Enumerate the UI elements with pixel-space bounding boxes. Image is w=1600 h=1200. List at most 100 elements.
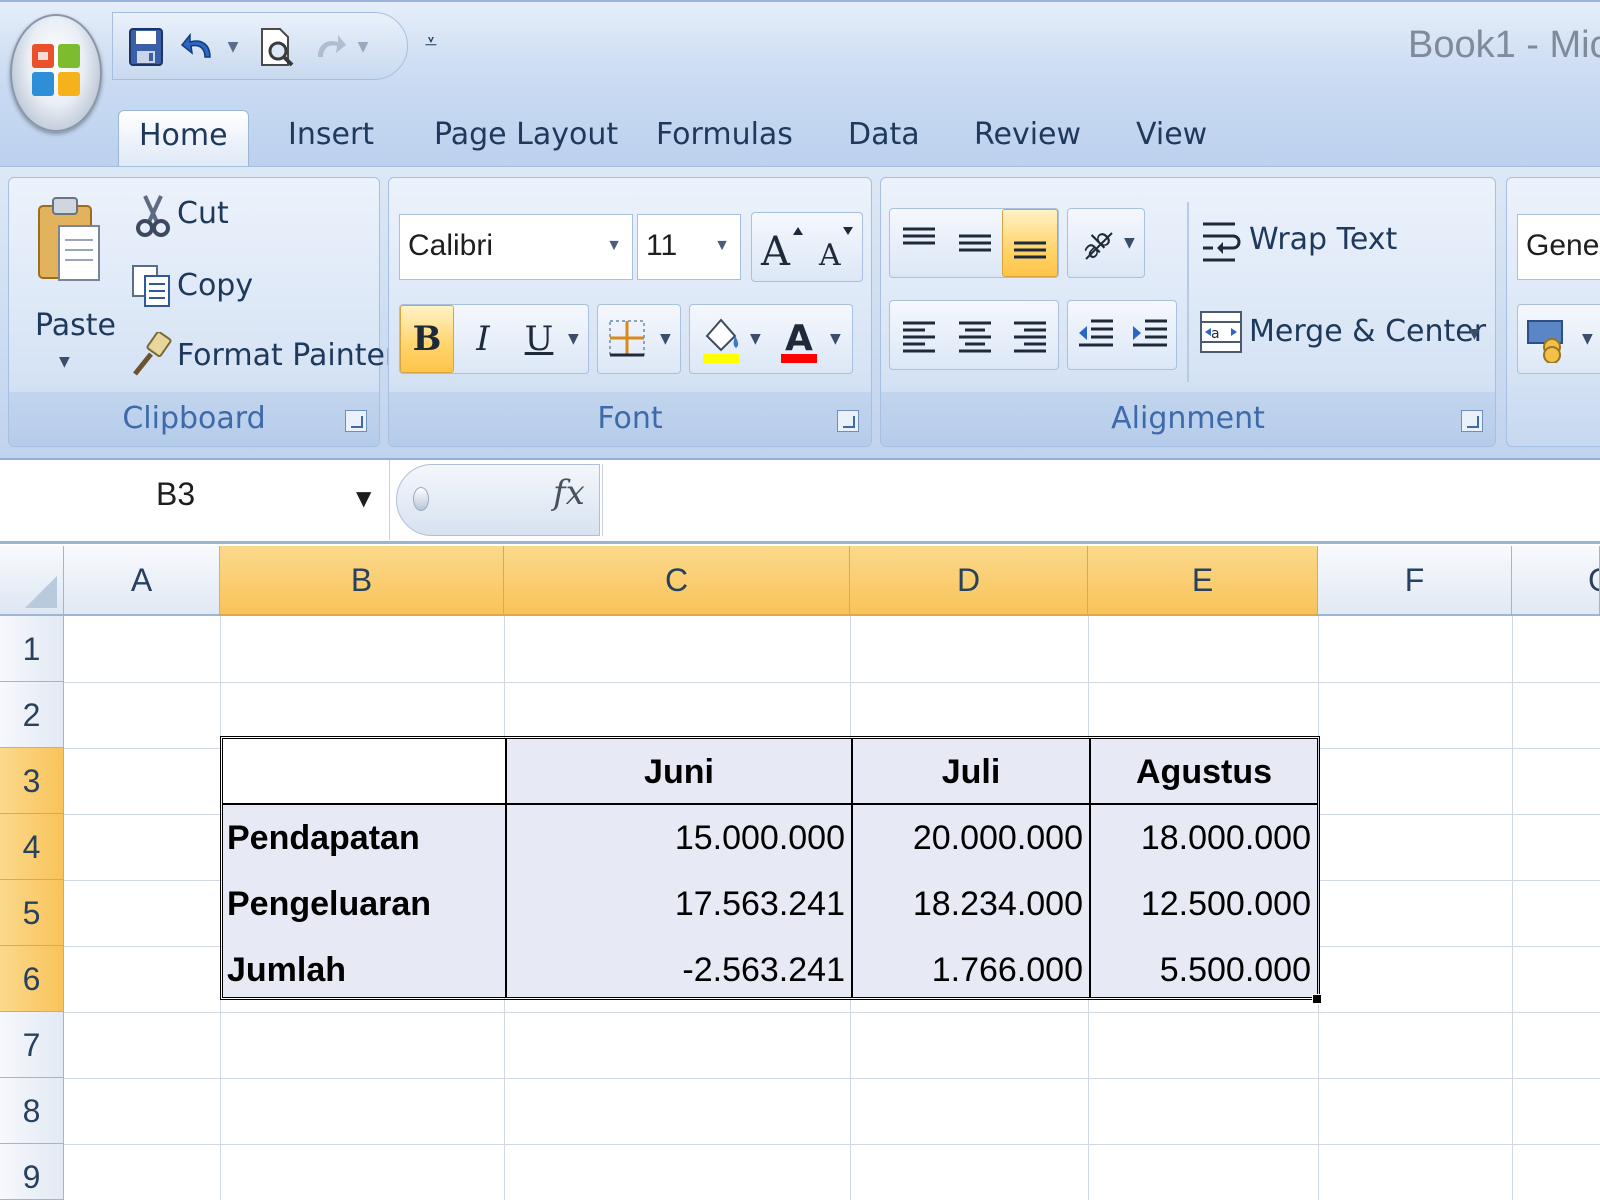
tab-view[interactable]: View bbox=[1116, 110, 1227, 166]
formula-bar-resize-handle[interactable] bbox=[413, 487, 429, 511]
table-cell[interactable]: 18.234.000 bbox=[853, 871, 1089, 937]
tab-page-layout[interactable]: Page Layout bbox=[414, 110, 638, 166]
worksheet-grid[interactable]: A B C D E F G 1 2 3 4 5 6 7 8 9 Juni Jul… bbox=[0, 546, 1600, 1200]
redo-button[interactable] bbox=[309, 23, 351, 71]
alignment-dialog-launcher-icon[interactable] bbox=[1461, 410, 1483, 432]
increase-indent-button[interactable] bbox=[1124, 301, 1176, 369]
formula-input[interactable] bbox=[602, 464, 1600, 536]
table-header-juni[interactable]: Juni bbox=[507, 739, 851, 805]
table-header-agustus[interactable]: Agustus bbox=[1091, 739, 1317, 805]
number-format-combo[interactable]: Gener bbox=[1517, 214, 1600, 280]
merge-center-button[interactable]: a Merge & Center ▼ bbox=[1199, 304, 1489, 364]
font-color-dropdown-icon[interactable]: ▼ bbox=[830, 331, 841, 347]
font-size-combo[interactable]: 11 ▼ bbox=[637, 214, 741, 280]
font-color-button[interactable]: A bbox=[772, 305, 826, 373]
copy-button[interactable]: Copy bbox=[127, 260, 377, 316]
table-cell[interactable]: 20.000.000 bbox=[853, 805, 1089, 871]
insert-function-icon[interactable]: fx bbox=[553, 473, 585, 513]
undo-button[interactable] bbox=[177, 23, 219, 71]
orientation-dropdown-icon[interactable]: ▼ bbox=[1124, 235, 1135, 251]
clipboard-dialog-launcher-icon[interactable] bbox=[345, 410, 367, 432]
table-cell[interactable]: 1.766.000 bbox=[853, 937, 1089, 997]
accounting-dropdown-icon[interactable]: ▼ bbox=[1582, 331, 1593, 347]
tab-home[interactable]: Home bbox=[118, 110, 249, 166]
office-button[interactable] bbox=[10, 14, 102, 132]
tab-review[interactable]: Review bbox=[954, 110, 1101, 166]
fill-color-dropdown-icon[interactable]: ▼ bbox=[750, 331, 761, 347]
table-row-label[interactable]: Pendapatan bbox=[223, 805, 505, 871]
table-cell[interactable]: 15.000.000 bbox=[507, 805, 851, 871]
font-name-dropdown-icon[interactable]: ▼ bbox=[606, 215, 622, 277]
select-all-button[interactable] bbox=[0, 546, 64, 616]
column-header-f[interactable]: F bbox=[1318, 546, 1512, 616]
table-header-juli[interactable]: Juli bbox=[853, 739, 1089, 805]
row-header-7[interactable]: 7 bbox=[0, 1012, 64, 1078]
table-cell[interactable]: 18.000.000 bbox=[1091, 805, 1317, 871]
borders-dropdown-icon[interactable]: ▼ bbox=[660, 331, 671, 347]
row-header-9[interactable]: 9 bbox=[0, 1144, 64, 1200]
table-cell[interactable]: 5.500.000 bbox=[1091, 937, 1317, 997]
cut-button[interactable]: Cut bbox=[127, 188, 377, 244]
wrap-text-button[interactable]: Wrap Text bbox=[1199, 212, 1489, 272]
row-header-5[interactable]: 5 bbox=[0, 880, 64, 946]
fill-handle[interactable] bbox=[1312, 994, 1322, 1004]
bottom-align-button[interactable] bbox=[1002, 209, 1058, 277]
shrink-font-button[interactable]: A bbox=[808, 213, 862, 281]
align-center-button[interactable] bbox=[948, 301, 1002, 369]
grow-font-button[interactable]: A bbox=[754, 213, 808, 281]
row-header-6[interactable]: 6 bbox=[0, 946, 64, 1012]
column-header-a[interactable]: A bbox=[64, 546, 220, 616]
underline-button[interactable]: U bbox=[512, 305, 566, 373]
column-header-e[interactable]: E bbox=[1088, 546, 1318, 616]
accounting-format-button[interactable]: ▼ bbox=[1517, 304, 1600, 374]
middle-align-button[interactable] bbox=[948, 209, 1002, 277]
merge-center-dropdown-icon[interactable]: ▼ bbox=[1469, 326, 1480, 342]
paste-button[interactable]: Paste ▼ bbox=[29, 192, 116, 382]
tab-data[interactable]: Data bbox=[828, 110, 940, 166]
name-box-dropdown-icon[interactable]: ▼ bbox=[356, 486, 371, 510]
clipboard-group: Paste ▼ Cut Copy Format Painter Clipboar… bbox=[8, 177, 397, 447]
font-dialog-launcher-icon[interactable] bbox=[837, 410, 859, 432]
save-button[interactable] bbox=[123, 23, 169, 71]
align-left-button[interactable] bbox=[892, 301, 946, 369]
table-row-label[interactable]: Pengeluaran bbox=[223, 871, 505, 937]
format-painter-button[interactable]: Format Painter bbox=[127, 330, 397, 386]
scissors-icon bbox=[136, 195, 170, 237]
fill-color-icon bbox=[703, 318, 739, 363]
table-cell[interactable]: 12.500.000 bbox=[1091, 871, 1317, 937]
row-header-3[interactable]: 3 bbox=[0, 748, 64, 814]
borders-button[interactable]: ▼ bbox=[597, 304, 681, 374]
column-header-g[interactable]: G bbox=[1512, 546, 1600, 616]
copy-icon bbox=[132, 265, 170, 307]
italic-button[interactable]: I bbox=[456, 305, 510, 373]
name-box[interactable]: B3 ▼ bbox=[0, 460, 390, 540]
underline-dropdown-icon[interactable]: ▼ bbox=[568, 331, 579, 347]
customize-qat-icon[interactable]: ⩡ bbox=[418, 26, 444, 60]
column-header-b[interactable]: B bbox=[220, 546, 504, 616]
table-cell[interactable]: -2.563.241 bbox=[507, 937, 851, 997]
font-size-dropdown-icon[interactable]: ▼ bbox=[714, 215, 730, 277]
column-header-c[interactable]: C bbox=[504, 546, 850, 616]
table-cell[interactable]: 17.563.241 bbox=[507, 871, 851, 937]
tab-formulas[interactable]: Formulas bbox=[636, 110, 813, 166]
fill-color-button[interactable] bbox=[694, 305, 748, 373]
table-row-label[interactable]: Jumlah bbox=[223, 937, 505, 997]
orientation-button[interactable]: ab ▼ bbox=[1067, 208, 1145, 278]
row-header-4[interactable]: 4 bbox=[0, 814, 64, 880]
bold-button[interactable]: B bbox=[400, 305, 454, 373]
undo-dropdown-icon[interactable]: ▼ bbox=[223, 23, 243, 71]
column-header-d[interactable]: D bbox=[850, 546, 1088, 616]
vertical-align-box bbox=[889, 208, 1059, 278]
redo-dropdown-icon[interactable]: ▼ bbox=[353, 23, 373, 71]
row-header-2[interactable]: 2 bbox=[0, 682, 64, 748]
decrease-indent-button[interactable] bbox=[1070, 301, 1122, 369]
paste-dropdown-icon[interactable]: ▼ bbox=[59, 354, 70, 370]
row-header-8[interactable]: 8 bbox=[0, 1078, 64, 1144]
font-name-combo[interactable]: Calibri ▼ bbox=[399, 214, 633, 280]
table-cell-b3[interactable] bbox=[223, 739, 505, 805]
align-right-button[interactable] bbox=[1002, 301, 1058, 369]
top-align-button[interactable] bbox=[892, 209, 946, 277]
print-preview-button[interactable] bbox=[253, 23, 299, 71]
tab-insert[interactable]: Insert bbox=[268, 110, 394, 166]
row-header-1[interactable]: 1 bbox=[0, 616, 64, 682]
